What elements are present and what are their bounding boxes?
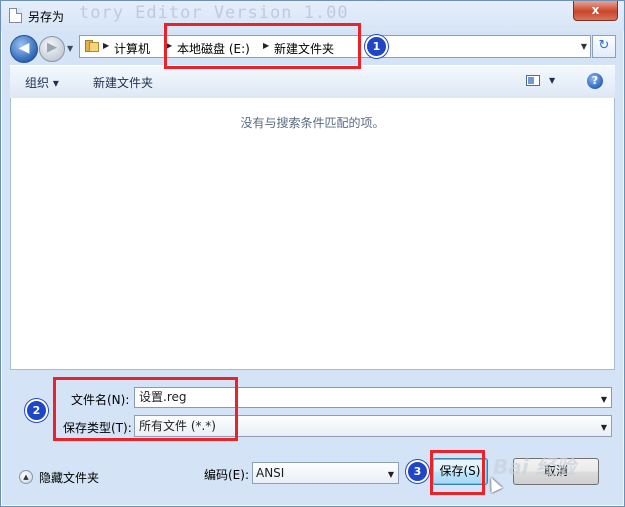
chevron-right-icon[interactable]: ▶ xyxy=(103,41,109,50)
annotation-badge-2: 2 xyxy=(25,399,48,422)
help-icon[interactable]: ? xyxy=(587,73,603,89)
background-watermark: tory Editor Version 1.00 xyxy=(79,3,349,23)
breadcrumb-computer[interactable]: 计算机 xyxy=(114,40,150,57)
forward-button[interactable]: ▶ xyxy=(39,36,65,62)
address-dropdown-icon[interactable]: ▼ xyxy=(581,42,587,51)
hide-folders-toggle[interactable]: ▲ 隐藏文件夹 xyxy=(19,468,119,486)
new-folder-button[interactable]: 新建文件夹 xyxy=(93,74,153,91)
view-icon[interactable] xyxy=(526,75,540,86)
command-bar: 组织 ▾ 新建文件夹 ▼ ? xyxy=(10,65,615,99)
encoding-dropdown-icon[interactable]: ▼ xyxy=(388,465,394,485)
encoding-label: 编码(E): xyxy=(204,468,249,482)
empty-message: 没有与搜索条件匹配的项。 xyxy=(240,116,385,130)
history-dropdown-icon[interactable]: ▼ xyxy=(67,44,73,53)
encoding-select[interactable]: ANSI ▼ xyxy=(252,462,399,484)
back-button[interactable]: ◀ xyxy=(10,35,38,63)
filename-dropdown-icon[interactable]: ▼ xyxy=(601,390,607,409)
view-dropdown-icon[interactable]: ▼ xyxy=(549,76,555,85)
annotation-box-2 xyxy=(53,377,238,441)
annotation-box-1 xyxy=(164,23,361,69)
folder-icon xyxy=(85,40,99,53)
save-as-dialog: 另存为 tory Editor Version 1.00 x ◀ ▶ ▼ ▶ 计… xyxy=(0,0,625,507)
hide-folders-label: 隐藏文件夹 xyxy=(39,471,100,485)
file-list[interactable]: 没有与搜索条件匹配的项。 xyxy=(10,98,615,370)
filetype-dropdown-icon[interactable]: ▼ xyxy=(601,418,607,438)
close-button[interactable]: x xyxy=(573,1,618,21)
annotation-badge-3: 3 xyxy=(406,460,429,483)
document-icon xyxy=(9,8,22,23)
annotation-badge-1: 1 xyxy=(365,35,388,58)
organize-menu[interactable]: 组织 ▾ xyxy=(25,74,59,91)
window-title: 另存为 xyxy=(28,10,65,24)
site-watermark: Bai 经验 xyxy=(493,455,576,479)
annotation-box-3 xyxy=(430,450,485,495)
chevron-up-icon: ▲ xyxy=(19,470,33,484)
refresh-button[interactable]: ↻ xyxy=(592,35,616,58)
encoding-value: ANSI xyxy=(256,466,285,480)
